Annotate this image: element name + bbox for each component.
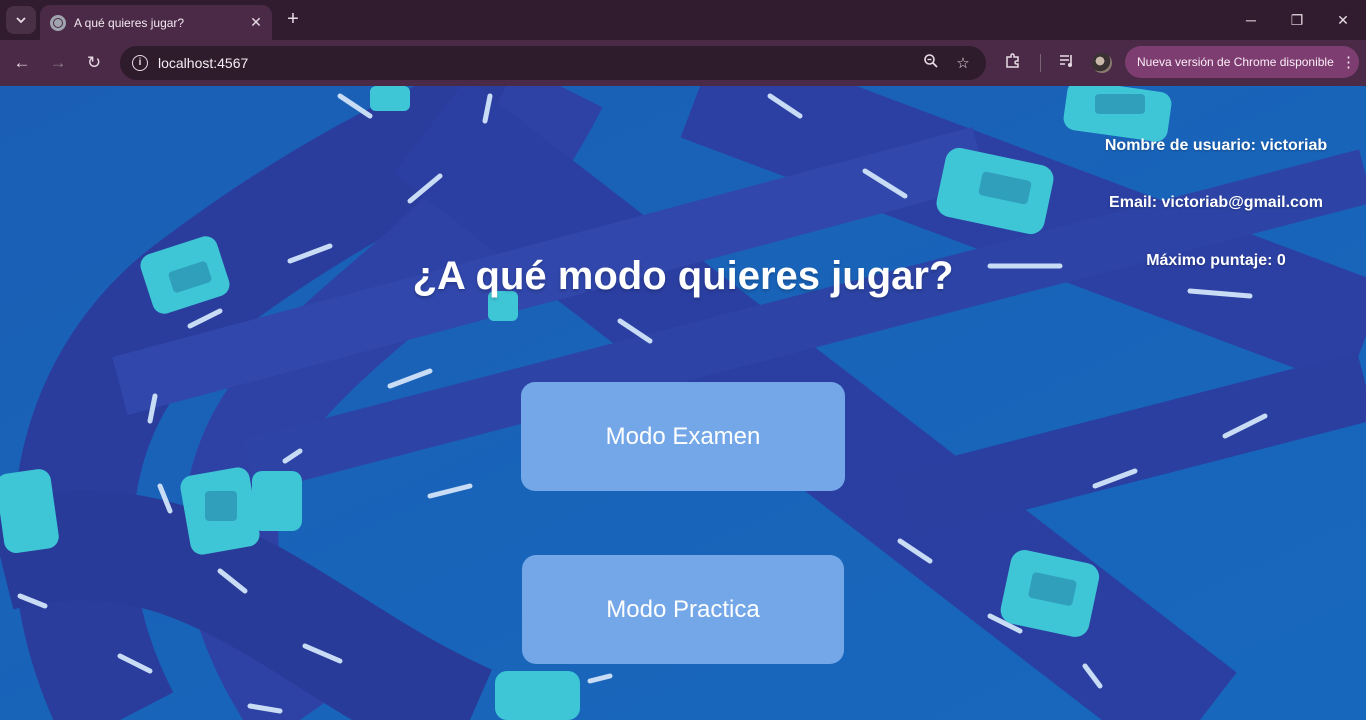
url-text[interactable]: localhost:4567 — [158, 55, 910, 71]
close-window-button[interactable]: ✕ — [1328, 8, 1358, 32]
email-text: Email: victoriab@gmail.com — [1109, 194, 1323, 211]
browser-tab[interactable]: A qué quieres jugar? ✕ — [40, 5, 272, 40]
tab-strip: A qué quieres jugar? ✕ + ─ ❐ ✕ — [0, 0, 1366, 40]
globe-icon — [50, 14, 66, 31]
update-label: Nueva versión de Chrome disponible — [1137, 55, 1334, 69]
zoom-icon[interactable] — [920, 53, 942, 73]
toolbar-divider — [1040, 54, 1041, 72]
username-text: Nombre de usuario: victoriab — [1104, 137, 1328, 154]
forward-button[interactable]: → — [45, 50, 71, 76]
tab-title: A qué quieres jugar? — [74, 15, 185, 30]
tab-close-icon[interactable]: ✕ — [248, 14, 264, 31]
site-info-icon[interactable]: i — [132, 55, 148, 71]
minimize-button[interactable]: ─ — [1236, 8, 1266, 32]
reload-button[interactable]: ↻ — [81, 50, 107, 76]
exam-mode-button[interactable]: Modo Examen — [521, 382, 845, 491]
maximize-button[interactable]: ❐ — [1282, 8, 1312, 32]
profile-avatar[interactable] — [1092, 53, 1112, 73]
kebab-menu-icon[interactable]: ⋮ — [1341, 53, 1356, 71]
extensions-icon[interactable] — [1002, 52, 1024, 74]
address-bar[interactable]: i localhost:4567 ☆ — [120, 46, 986, 80]
media-controls-icon[interactable] — [1056, 52, 1078, 74]
bookmark-star-icon[interactable]: ☆ — [952, 54, 974, 72]
tab-search-button[interactable] — [6, 6, 36, 34]
chevron-down-icon — [16, 17, 26, 24]
browser-toolbar: ← → ↻ i localhost:4567 ☆ Nueva versión d… — [0, 40, 1366, 86]
back-button[interactable]: ← — [9, 50, 35, 76]
chrome-update-button[interactable]: Nueva versión de Chrome disponible ⋮ — [1125, 46, 1359, 78]
page-title: ¿A qué modo quieres jugar? — [412, 254, 954, 298]
page-viewport: Nombre de usuario: victoriab Email: vict… — [0, 86, 1366, 720]
new-tab-button[interactable]: + — [282, 8, 304, 30]
practice-mode-button[interactable]: Modo Practica — [522, 555, 844, 664]
